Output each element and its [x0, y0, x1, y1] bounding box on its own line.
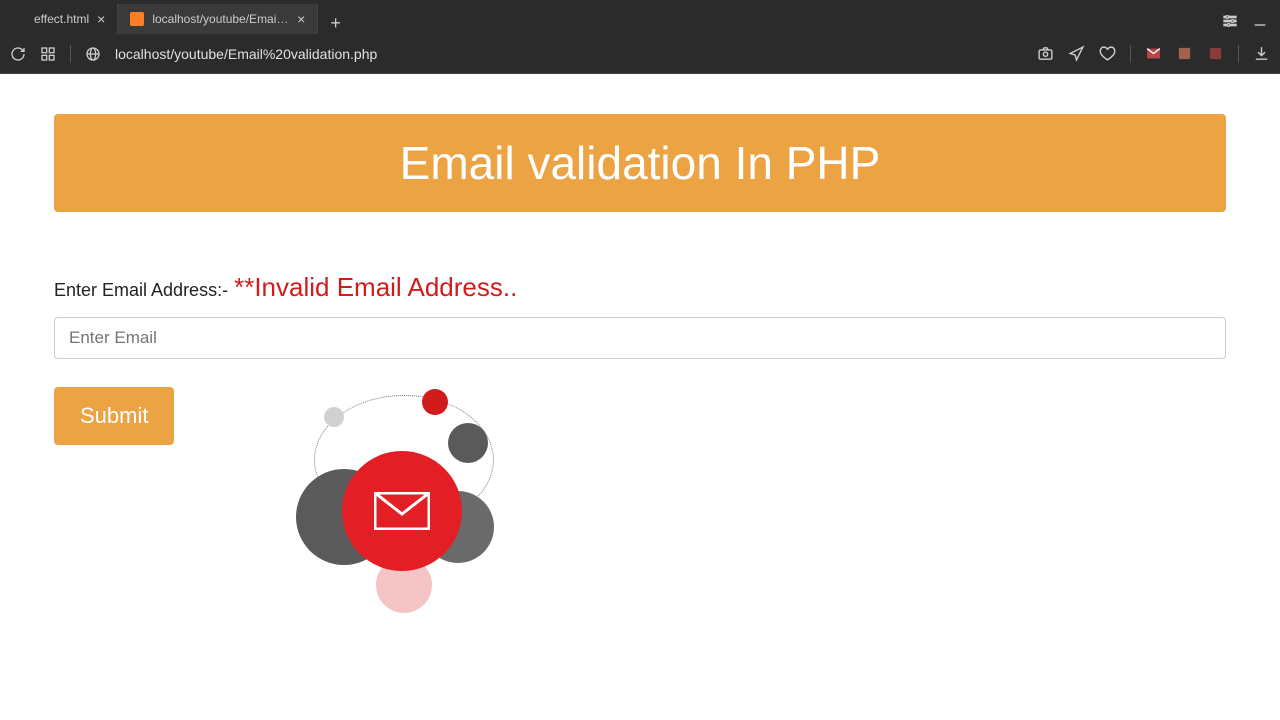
extension-icon-2[interactable]	[1207, 45, 1224, 62]
tab-close-1[interactable]: ×	[297, 12, 305, 26]
tab-label-0: effect.html	[34, 12, 89, 26]
browser-tab-0[interactable]: effect.html ×	[0, 4, 118, 34]
send-icon[interactable]	[1068, 45, 1085, 62]
grid-icon[interactable]	[40, 46, 56, 62]
globe-icon	[85, 46, 101, 62]
email-form: Enter Email Address:- **Invalid Email Ad…	[54, 272, 1226, 617]
page-title-banner: Email validation In PHP	[54, 114, 1226, 212]
email-label: Enter Email Address:-	[54, 280, 228, 301]
extension-icon-1[interactable]	[1176, 45, 1193, 62]
xampp-favicon	[130, 12, 144, 26]
submit-button[interactable]: Submit	[54, 387, 174, 445]
tab-bar: effect.html × localhost/youtube/Email va…	[0, 0, 1280, 34]
tab-favicon-0	[12, 12, 26, 26]
tab-label-1: localhost/youtube/Email va	[152, 12, 289, 26]
address-bar: localhost/youtube/Email%20validation.php	[0, 34, 1280, 74]
url-field[interactable]: localhost/youtube/Email%20validation.php	[115, 46, 1023, 62]
email-field[interactable]	[54, 317, 1226, 359]
email-graphic	[274, 387, 534, 617]
page-content: Email validation In PHP Enter Email Addr…	[0, 74, 1280, 657]
browser-tab-1[interactable]: localhost/youtube/Email va ×	[118, 4, 318, 34]
new-tab-button[interactable]: +	[318, 13, 353, 34]
tab-close-0[interactable]: ×	[97, 12, 105, 26]
download-icon[interactable]	[1253, 45, 1270, 62]
separator-2	[1130, 45, 1131, 63]
minimize-icon[interactable]	[1252, 13, 1268, 34]
gmail-icon[interactable]	[1145, 45, 1162, 62]
settings-toggle-icon[interactable]	[1222, 13, 1238, 34]
separator-3	[1238, 45, 1239, 63]
camera-icon[interactable]	[1037, 45, 1054, 62]
reload-icon[interactable]	[10, 46, 26, 62]
validation-error: **Invalid Email Address..	[234, 272, 517, 303]
window-controls	[1222, 13, 1280, 34]
heart-icon[interactable]	[1099, 45, 1116, 62]
mail-icon	[342, 451, 462, 571]
separator	[70, 45, 71, 63]
